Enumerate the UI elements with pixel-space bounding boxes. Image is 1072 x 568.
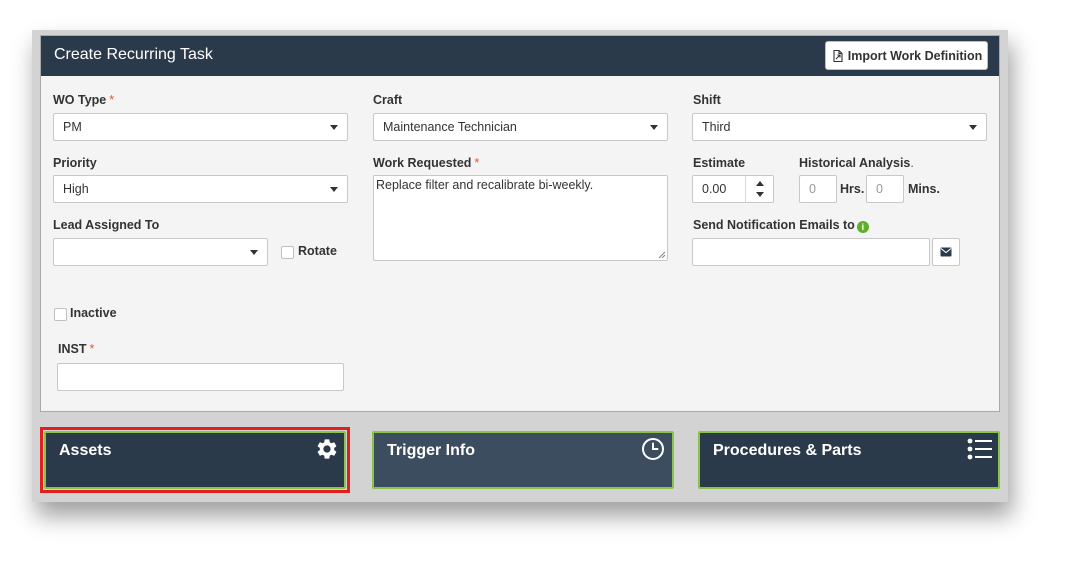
import-work-definition-button[interactable]: Import Work Definition	[825, 41, 988, 70]
shift-select[interactable]: Third	[692, 113, 987, 141]
historical-mins-input: 0	[866, 175, 904, 203]
procedures-parts-tile[interactable]: Procedures & Parts	[698, 431, 1000, 489]
inst-input[interactable]	[57, 363, 344, 391]
chevron-down-icon	[330, 125, 338, 130]
shift-label: Shift	[693, 93, 721, 107]
historical-analysis-label: Historical Analysis.	[799, 156, 914, 170]
priority-select[interactable]: High	[53, 175, 348, 203]
panel-header: Create Recurring Task Import Work Defini…	[41, 36, 999, 76]
inactive-checkbox[interactable]	[54, 308, 67, 321]
chevron-down-icon	[650, 125, 658, 130]
envelope-icon	[940, 247, 952, 257]
craft-label: Craft	[373, 93, 403, 107]
import-document-icon	[833, 49, 843, 62]
arrow-down-icon[interactable]	[756, 192, 764, 197]
required-mark: *	[474, 156, 480, 170]
resize-grip-icon[interactable]	[658, 251, 666, 259]
rotate-label: Rotate	[298, 244, 337, 258]
estimate-spinner[interactable]	[745, 176, 773, 202]
notification-label: Send Notification Emails to i	[693, 218, 869, 233]
procedures-parts-tile-label: Procedures & Parts	[713, 442, 862, 459]
hours-unit-label: Hrs.	[840, 182, 865, 196]
assets-tile-label: Assets	[59, 442, 112, 459]
clock-icon	[642, 438, 664, 460]
email-picker-button[interactable]	[932, 238, 960, 266]
trigger-info-tile[interactable]: Trigger Info	[372, 431, 674, 489]
mins-unit-label: Mins.	[908, 182, 940, 196]
lead-assigned-label: Lead Assigned To	[53, 218, 160, 232]
arrow-up-icon[interactable]	[756, 181, 764, 186]
inst-label: INST *	[58, 342, 95, 356]
trigger-info-tile-label: Trigger Info	[387, 442, 475, 459]
assets-tile[interactable]: Assets	[44, 431, 346, 489]
craft-select[interactable]: Maintenance Technician	[373, 113, 668, 141]
estimate-number-input[interactable]: 0.00	[692, 175, 774, 203]
notification-emails-input[interactable]	[692, 238, 930, 266]
info-icon[interactable]: i	[856, 221, 869, 233]
chevron-down-icon	[330, 187, 338, 192]
chevron-down-icon	[969, 125, 977, 130]
gear-icon	[317, 439, 337, 459]
estimate-label: Estimate	[693, 156, 746, 170]
page-title: Create Recurring Task	[54, 46, 213, 63]
rotate-checkbox[interactable]	[281, 246, 294, 259]
inactive-label: Inactive	[70, 306, 117, 320]
historical-hours-input: 0	[799, 175, 837, 203]
priority-label: Priority	[53, 156, 97, 170]
lead-assigned-select[interactable]	[53, 238, 268, 266]
wo-type-select[interactable]: PM	[53, 113, 348, 141]
chevron-down-icon	[250, 250, 258, 255]
import-button-label: Import Work Definition	[847, 48, 983, 63]
work-requested-label: Work Requested *	[373, 156, 480, 170]
list-icon	[967, 438, 992, 460]
required-mark: *	[89, 342, 95, 356]
work-requested-textarea[interactable]: Replace filter and recalibrate bi-weekly…	[373, 175, 668, 261]
required-mark: *	[109, 93, 115, 107]
wo-type-label: WO Type *	[53, 93, 115, 107]
